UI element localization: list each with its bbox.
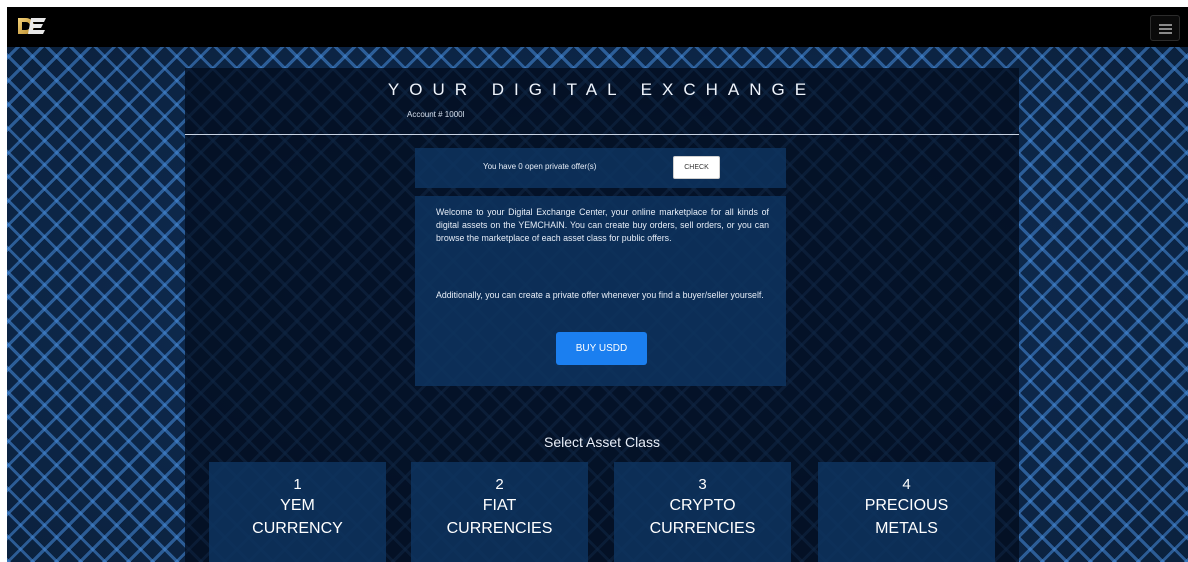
asset-label-line1: PRECIOUS (864, 497, 949, 514)
header-divider (185, 134, 1019, 135)
exchange-panel: YOUR DIGITAL EXCHANGE Account # 1000l Yo… (185, 68, 1019, 562)
welcome-box: Welcome to your Digital Exchange Center,… (415, 196, 786, 386)
asset-label-line2: CURRENCIES (649, 520, 756, 537)
logo[interactable] (16, 15, 48, 37)
asset-label-line2: METALS (875, 520, 938, 537)
asset-number: 2 (495, 476, 504, 493)
asset-card-fiat-currencies[interactable]: 2 FIAT CURRENCIES (411, 462, 588, 562)
account-number: Account # 1000l (407, 110, 465, 119)
private-offers-box: You have 0 open private offer(s) CHECK (415, 148, 786, 188)
asset-number: 3 (698, 476, 707, 493)
asset-number: 1 (293, 476, 302, 493)
private-offers-text: You have 0 open private offer(s) (483, 162, 597, 171)
asset-card-crypto-currencies[interactable]: 3 CRYPTO CURRENCIES (614, 462, 791, 562)
app-frame: YOUR DIGITAL EXCHANGE Account # 1000l Yo… (7, 7, 1188, 562)
asset-label-line2: CURRENCIES (446, 520, 553, 537)
asset-label-line2: CURRENCY (252, 520, 343, 537)
navbar (7, 7, 1188, 47)
hamburger-menu-icon[interactable] (1150, 15, 1180, 41)
welcome-paragraph: Welcome to your Digital Exchange Center,… (436, 207, 769, 243)
asset-card-yem-currency[interactable]: 1 YEM CURRENCY (209, 462, 386, 562)
buy-usdd-button[interactable]: BUY USDD (556, 332, 647, 365)
check-button[interactable]: CHECK (673, 156, 720, 179)
asset-number: 4 (902, 476, 911, 493)
asset-card-precious-metals[interactable]: 4 PRECIOUS METALS (818, 462, 995, 562)
asset-label-line1: CRYPTO (669, 497, 736, 514)
page-title: YOUR DIGITAL EXCHANGE (387, 80, 817, 99)
asset-label-line1: YEM (280, 497, 315, 514)
de-logo-icon (18, 18, 46, 34)
private-offer-paragraph: Additionally, you can create a private o… (436, 290, 764, 300)
select-asset-class-title: Select Asset Class (544, 434, 660, 450)
asset-label-line1: FIAT (482, 497, 517, 514)
patterned-background: YOUR DIGITAL EXCHANGE Account # 1000l Yo… (7, 47, 1188, 562)
